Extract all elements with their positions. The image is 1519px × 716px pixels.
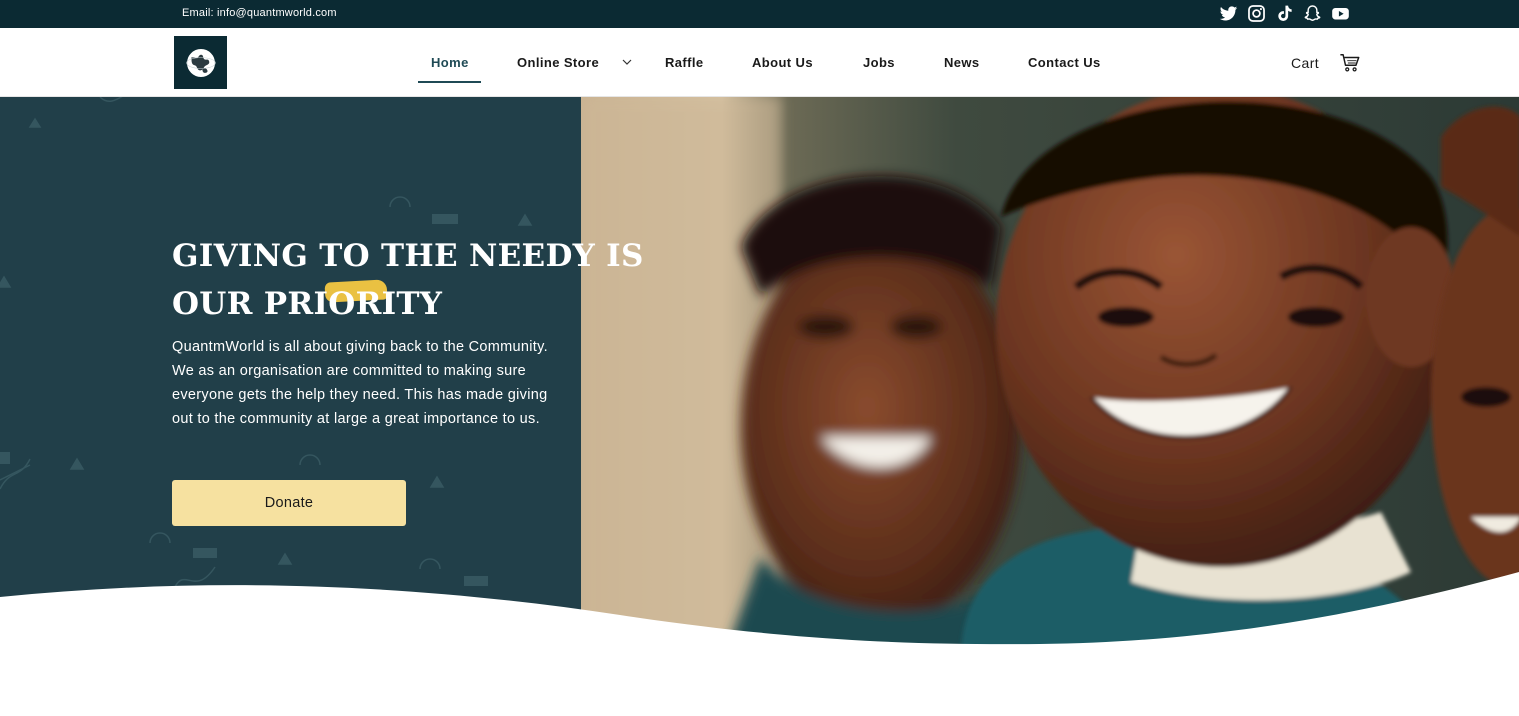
site-header: Home Online Store Raffle About Us Jobs N… — [0, 28, 1519, 97]
youtube-icon[interactable] — [1331, 4, 1350, 23]
cart-link[interactable]: Cart — [1291, 55, 1319, 71]
social-links — [1219, 4, 1350, 23]
nav-active-indicator — [418, 81, 481, 83]
nav-contact-us[interactable]: Contact Us — [1028, 55, 1101, 70]
tiktok-icon[interactable] — [1275, 4, 1294, 23]
chevron-down-icon[interactable] — [621, 56, 633, 68]
hero-title-line-2: our priority — [172, 286, 443, 322]
nav-online-store[interactable]: Online Store — [517, 55, 599, 70]
donate-button[interactable]: Donate — [172, 480, 406, 526]
top-bar: Email: info@quantmworld.com — [0, 0, 1519, 28]
hero-title-line-1: Giving to the needy is — [172, 238, 644, 274]
wave-divider — [0, 572, 1519, 716]
cart-icon[interactable] — [1339, 52, 1361, 74]
nav-jobs[interactable]: Jobs — [863, 55, 895, 70]
hero-title: Giving to the needy is our priority — [172, 232, 644, 328]
nav-raffle[interactable]: Raffle — [665, 55, 704, 70]
instagram-icon[interactable] — [1247, 4, 1266, 23]
nav-home[interactable]: Home — [431, 55, 469, 70]
nav-news[interactable]: News — [944, 55, 980, 70]
nav-about-us[interactable]: About Us — [752, 55, 813, 70]
hero-description: QuantmWorld is all about giving back to … — [172, 339, 548, 427]
contact-email[interactable]: Email: info@quantmworld.com — [182, 7, 337, 19]
twitter-icon[interactable] — [1219, 4, 1238, 23]
snapchat-icon[interactable] — [1303, 4, 1322, 23]
